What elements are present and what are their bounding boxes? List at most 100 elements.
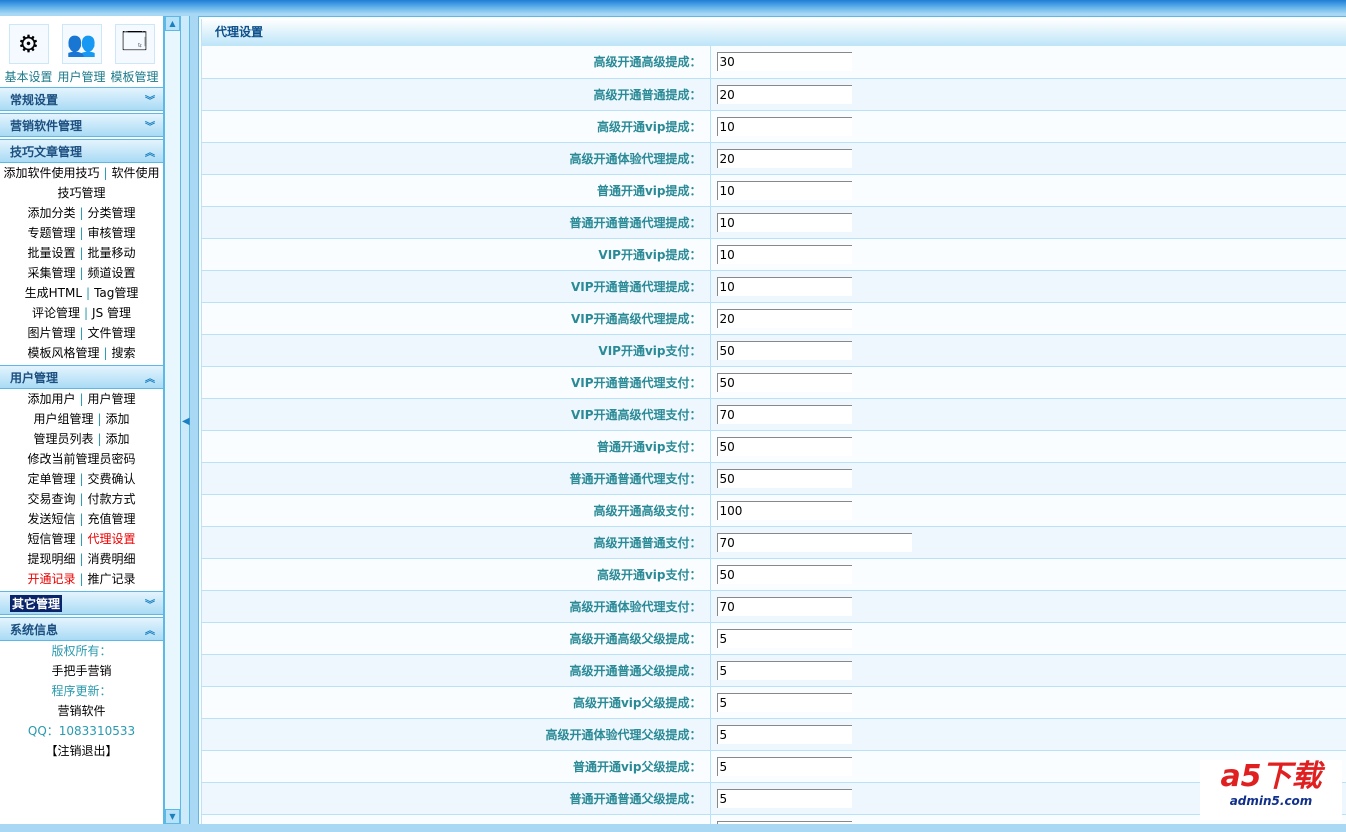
field-input[interactable]: [716, 212, 852, 232]
sidebar-link[interactable]: 文件管理: [88, 326, 136, 340]
sidebar-link[interactable]: 图片管理: [27, 326, 75, 340]
sidebar-link[interactable]: 采集管理: [27, 266, 75, 280]
field-label: 高级开通体验代理支付：: [202, 590, 711, 623]
sidebar-link[interactable]: 添加: [106, 412, 130, 426]
sidebar-link[interactable]: 生成HTML: [25, 286, 82, 300]
agent-settings-form: 高级开通高级提成：高级开通普通提成：高级开通vip提成：高级开通体验代理提成：普…: [202, 46, 1346, 824]
scroll-up-button[interactable]: ▲: [165, 16, 180, 31]
sidebar-section-header[interactable]: 系统信息 ︽: [0, 617, 163, 641]
field-input[interactable]: [716, 404, 852, 424]
sidebar-link[interactable]: 模板风格管理: [27, 346, 99, 360]
separator: |: [79, 206, 84, 220]
field-input[interactable]: [716, 596, 852, 616]
sidebar-section-header[interactable]: 常规设置 ︾: [0, 87, 163, 111]
field-input[interactable]: [716, 180, 852, 200]
field-input[interactable]: [716, 116, 852, 136]
separator: |: [97, 412, 102, 426]
form-row: 高级开通普通支付：: [202, 526, 1346, 559]
shortcut-template[interactable]: 🗔 模板管理: [108, 24, 161, 85]
sidebar-toggle-splitter[interactable]: ◀: [180, 16, 190, 824]
menu-row: 生成HTML | Tag管理: [0, 283, 163, 303]
sidebar-link[interactable]: 发送短信: [27, 512, 75, 526]
sidebar-link[interactable]: 定单管理: [27, 472, 75, 486]
logout-link[interactable]: 【注销退出】: [0, 741, 163, 761]
copyright-label: 版权所有：: [51, 644, 112, 658]
shortcut-label: 基本设置: [4, 70, 53, 84]
menu-row: 修改当前管理员密码: [0, 449, 163, 469]
field-input[interactable]: [716, 436, 852, 456]
shortcut-users[interactable]: 👥 用户管理: [55, 24, 108, 85]
field-input[interactable]: [716, 660, 852, 680]
sidebar-link[interactable]: 用户管理: [88, 392, 136, 406]
sidebar-link[interactable]: 付款方式: [88, 492, 136, 506]
field-input[interactable]: [716, 340, 852, 360]
sidebar-link[interactable]: 充值管理: [88, 512, 136, 526]
field-input[interactable]: [716, 532, 912, 552]
section-menu: 添加软件使用技巧 | 软件使用技巧管理 添加分类 | 分类管理 专题管理 | 审核管理 批量设置 |…: [0, 163, 163, 363]
field-input[interactable]: [716, 84, 852, 104]
sidebar-link[interactable]: 提现明细: [27, 552, 75, 566]
separator: |: [97, 432, 102, 446]
sidebar-link[interactable]: 短信管理: [27, 532, 75, 546]
field-input[interactable]: [716, 52, 852, 72]
sidebar-section-header[interactable]: 其它管理 ︾: [0, 591, 163, 615]
sidebar-link[interactable]: 代理设置: [88, 532, 136, 546]
sidebar-link[interactable]: 添加: [106, 432, 130, 446]
sidebar-link[interactable]: 添加用户: [27, 392, 75, 406]
menu-row: 模板风格管理 | 搜索: [0, 343, 163, 363]
field-input[interactable]: [716, 500, 852, 520]
sidebar-link[interactable]: 添加分类: [27, 206, 75, 220]
field-input[interactable]: [716, 276, 852, 296]
form-row: VIP开通vip提成：: [202, 238, 1346, 271]
sidebar-link[interactable]: 添加软件使用技巧: [3, 166, 99, 180]
field-label: 高级开通普通支付：: [202, 526, 711, 559]
field-input[interactable]: [716, 564, 852, 584]
form-row: 普通开通vip提成：: [202, 174, 1346, 207]
separator: |: [79, 226, 84, 240]
sidebar-link[interactable]: 搜索: [112, 346, 136, 360]
sidebar-link[interactable]: 开通记录: [27, 572, 75, 586]
field-input[interactable]: [716, 692, 852, 712]
sidebar-section-header[interactable]: 用户管理 ︽: [0, 365, 163, 389]
sidebar-scrollbar[interactable]: ▲ ▼: [164, 16, 180, 824]
field-input[interactable]: [716, 468, 852, 488]
sidebar-link[interactable]: 推广记录: [88, 572, 136, 586]
sidebar-section-header[interactable]: 营销软件管理 ︾: [0, 113, 163, 137]
sidebar-link[interactable]: Tag管理: [94, 286, 138, 300]
chevron-up-icon: ︽: [145, 373, 155, 385]
form-row: [202, 814, 1346, 824]
sidebar-link[interactable]: 交易查询: [27, 492, 75, 506]
sidebar-link[interactable]: 分类管理: [88, 206, 136, 220]
sidebar-link[interactable]: 批量设置: [27, 246, 75, 260]
menu-row: 短信管理 | 代理设置: [0, 529, 163, 549]
separator: |: [79, 246, 84, 260]
field-label: VIP开通普通代理支付：: [202, 366, 711, 399]
sidebar-link[interactable]: 批量移动: [88, 246, 136, 260]
field-input[interactable]: [716, 756, 852, 776]
field-input[interactable]: [716, 628, 852, 648]
sidebar-link[interactable]: 用户组管理: [33, 412, 93, 426]
qq-contact: QQ：1083310533: [27, 724, 136, 738]
form-row: 高级开通高级提成：: [202, 46, 1346, 79]
field-label: VIP开通普通代理提成：: [202, 270, 711, 303]
shortcut-gears[interactable]: ⚙ 基本设置: [2, 24, 55, 85]
form-row: 高级开通普通提成：: [202, 78, 1346, 111]
field-input[interactable]: [716, 148, 852, 168]
sidebar-link[interactable]: 管理员列表: [33, 432, 93, 446]
field-label: 普通开通普通父级提成：: [202, 782, 711, 815]
field-input[interactable]: [716, 372, 852, 392]
sidebar-link[interactable]: 修改当前管理员密码: [27, 452, 135, 466]
sidebar-link[interactable]: 消费明细: [88, 552, 136, 566]
field-input[interactable]: [716, 308, 852, 328]
field-input[interactable]: [716, 244, 852, 264]
field-input[interactable]: [716, 788, 852, 808]
sidebar-link[interactable]: 专题管理: [27, 226, 75, 240]
sidebar-link[interactable]: 频道设置: [88, 266, 136, 280]
scroll-down-button[interactable]: ▼: [165, 809, 180, 824]
sidebar-link[interactable]: JS 管理: [92, 306, 131, 320]
sidebar-link[interactable]: 评论管理: [32, 306, 80, 320]
field-input[interactable]: [716, 724, 852, 744]
sidebar-section-header[interactable]: 技巧文章管理 ︽: [0, 139, 163, 163]
sidebar-link[interactable]: 审核管理: [88, 226, 136, 240]
sidebar-link[interactable]: 交费确认: [88, 472, 136, 486]
